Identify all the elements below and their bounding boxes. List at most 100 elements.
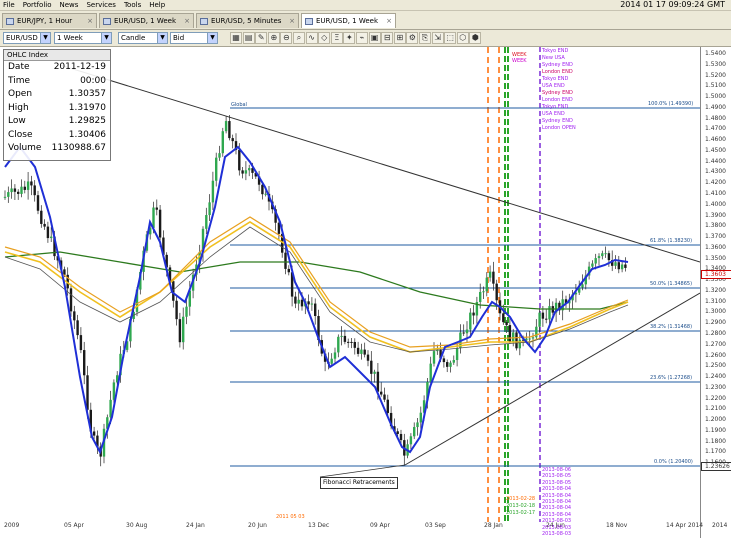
candle-body: [360, 349, 363, 354]
candle-body: [178, 319, 182, 343]
candle-body: [175, 300, 178, 320]
time-tick-label: 20 Jun: [248, 522, 267, 529]
zoom-in-icon[interactable]: ⊕: [267, 32, 280, 44]
close-icon[interactable]: ×: [87, 14, 93, 28]
candle-body: [386, 399, 389, 413]
star-icon[interactable]: ✦: [343, 32, 356, 44]
list-icon[interactable]: ▤: [242, 32, 255, 44]
candle-body: [50, 236, 53, 239]
price-tick-label: 1.2200: [705, 394, 726, 402]
fibonacci-callout[interactable]: Fibonacci Retracements: [320, 477, 398, 489]
gear-icon[interactable]: ⚙: [406, 32, 419, 44]
ohlc-value: 1.30357: [68, 89, 106, 99]
instrument-select[interactable]: EUR/USD ▼: [3, 32, 51, 44]
candle-body: [353, 341, 356, 348]
collapse-icon[interactable]: ⊟: [381, 32, 394, 44]
period-select[interactable]: 1 Week ▼: [54, 32, 112, 44]
candle-body: [46, 226, 50, 239]
frame-icon[interactable]: ⬚: [444, 32, 457, 44]
menu-item-services[interactable]: Services: [86, 0, 116, 10]
candle-body: [185, 306, 188, 317]
event-date-label: 2013-08-04: [542, 499, 572, 505]
ohlc-key: Time: [8, 75, 31, 86]
close-icon[interactable]: ×: [386, 14, 392, 28]
ohlc-value: 1130988.67: [51, 143, 106, 153]
shape-icon[interactable]: ⬢: [469, 32, 482, 44]
hex-icon[interactable]: ⬡: [456, 32, 469, 44]
close-icon[interactable]: ×: [184, 14, 190, 28]
menu-item-portfolio[interactable]: Portfolio: [23, 0, 52, 10]
time-tick-label: 28 Jan: [484, 522, 503, 529]
search-icon[interactable]: ⌕: [293, 32, 305, 44]
time-tick-label: 13 Dec: [308, 522, 330, 529]
tab-eurusd-1week[interactable]: EUR/USD, 1 Week ×: [99, 13, 194, 28]
tab-label: EUR/USD, 1 Week: [316, 17, 379, 25]
pencil-icon[interactable]: ✎: [255, 32, 268, 44]
price-tick-label: 1.4900: [705, 103, 726, 111]
menu-item-file[interactable]: File: [3, 0, 15, 10]
current-price-tag: 1.3603: [701, 270, 731, 279]
session-event-label: USA END: [542, 111, 565, 117]
price-tick-label: 1.5300: [705, 60, 726, 68]
chevron-down-icon: ▼: [207, 33, 217, 43]
candle-body: [462, 332, 465, 334]
candle-body: [228, 121, 231, 139]
candle-body: [455, 348, 459, 361]
candle-body: [624, 264, 627, 268]
fib-point-label: Global: [231, 102, 247, 108]
ohlc-value: 2011-12-19: [53, 62, 106, 72]
session-event-label: Sydney END: [542, 90, 573, 96]
event-date-label: 2013-02-28: [506, 496, 536, 502]
price-tick-label: 1.2700: [705, 340, 726, 348]
price-tick-label: 1.5200: [705, 71, 726, 79]
menu-item-help[interactable]: Help: [149, 0, 165, 10]
copy-icon[interactable]: ⎘: [419, 32, 431, 44]
event-date-label: 2013-08-03: [542, 531, 572, 537]
candle-body: [452, 360, 455, 363]
price-tick-label: 1.1700: [705, 448, 726, 456]
price-tick-label: 1.2500: [705, 362, 726, 370]
candle-body: [505, 322, 508, 326]
export-icon[interactable]: ⇲: [431, 32, 444, 44]
expand-icon[interactable]: ⊞: [393, 32, 406, 44]
side-select[interactable]: Bid ▼: [170, 32, 218, 44]
price-axis[interactable]: 1.5400 1.5300 1.5200 1.5100 1.5000 1.4900 1.48…: [700, 47, 731, 538]
candle-body: [340, 335, 343, 337]
candle-body: [492, 271, 495, 284]
close-icon[interactable]: ×: [289, 14, 295, 28]
candle-body: [30, 181, 33, 186]
event-date-label: 2013-08-03: [542, 518, 572, 525]
candle-body: [607, 253, 611, 261]
square-icon[interactable]: ▣: [368, 32, 381, 44]
chart-type-select[interactable]: Candle ▼: [118, 32, 168, 44]
signal-icon[interactable]: ⌁: [356, 32, 368, 44]
tab-eurusd-1week-active[interactable]: EUR/USD, 1 Week ×: [301, 13, 396, 28]
diamond-icon[interactable]: ◇: [318, 32, 331, 44]
candle-body: [337, 336, 340, 353]
candle-body: [413, 427, 416, 437]
tab-eurjpy-1hour[interactable]: EUR/JPY, 1 Hour ×: [2, 13, 97, 28]
candle-body: [442, 358, 446, 363]
price-tick-label: 1.2800: [705, 330, 726, 338]
lines-icon[interactable]: Ξ: [330, 32, 343, 44]
zoom-out-icon[interactable]: ⊖: [280, 32, 293, 44]
event-date-label: 2013-08-06: [542, 467, 572, 473]
candle-body: [370, 360, 373, 374]
candle-body: [472, 312, 475, 316]
candle-body: [432, 351, 436, 364]
menu-item-news[interactable]: News: [60, 0, 79, 10]
tab-eurusd-5min[interactable]: EUR/USD, 5 Minutes ×: [196, 13, 299, 28]
menu-item-tools[interactable]: Tools: [124, 0, 141, 10]
candle-body: [330, 358, 333, 364]
session-event-label: New USA: [542, 55, 565, 61]
event-date-label: 2013-08-04: [542, 505, 572, 512]
candle-body: [3, 196, 7, 198]
candle-body: [26, 181, 30, 190]
chart-type-value: Candle: [121, 34, 146, 42]
wave-icon[interactable]: ∿: [305, 32, 318, 44]
fib-level-label: 23.6% (1.27268): [650, 375, 693, 381]
ohlc-key: Date: [8, 62, 30, 72]
tab-bar: EUR/JPY, 1 Hour × EUR/USD, 1 Week × EUR/US…: [0, 11, 731, 30]
time-tick-label: 24 Jan: [186, 522, 205, 529]
grid-icon[interactable]: ▦: [230, 32, 242, 44]
